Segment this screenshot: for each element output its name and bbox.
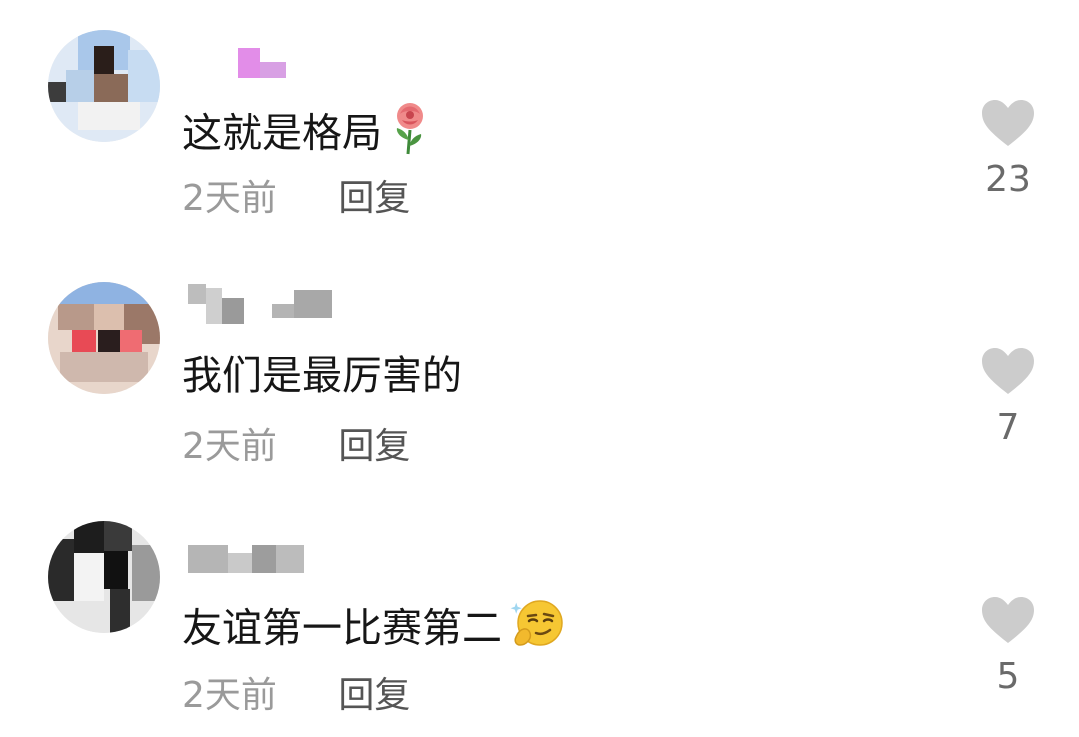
heart-icon <box>982 348 1034 394</box>
username[interactable] <box>188 22 348 78</box>
avatar[interactable] <box>48 30 160 142</box>
comment-time: 2天前 <box>182 675 277 716</box>
heart-icon <box>982 100 1034 146</box>
like-button[interactable]: 5 <box>972 595 1044 697</box>
comment-text: 我们是最厉害的 <box>182 353 462 399</box>
comment-item: 我们是最厉害的 2天前 回复 7 <box>0 248 1079 488</box>
username[interactable] <box>188 531 348 573</box>
like-button[interactable]: 23 <box>972 98 1044 200</box>
comment-item: 友谊第一比赛第二 2天前 回复 5 <box>0 497 1079 737</box>
comment-text: 这就是格局 <box>182 100 432 171</box>
smirk-thinking-face-icon <box>508 597 568 664</box>
reply-button[interactable]: 回复 <box>338 426 410 467</box>
like-count: 23 <box>985 159 1031 200</box>
like-button[interactable]: 7 <box>972 346 1044 448</box>
reply-button[interactable]: 回复 <box>338 178 410 219</box>
comment-meta: 2天前 回复 <box>182 424 410 470</box>
like-count: 7 <box>996 407 1020 448</box>
comment-meta: 2天前 回复 <box>182 673 410 719</box>
comment-meta: 2天前 回复 <box>182 176 410 222</box>
comment-item: 这就是格局 2天前 回复 23 <box>0 0 1079 240</box>
comment-time: 2天前 <box>182 178 277 219</box>
like-count: 5 <box>996 656 1020 697</box>
comment-time: 2天前 <box>182 426 277 467</box>
avatar[interactable] <box>48 282 160 394</box>
reply-button[interactable]: 回复 <box>338 675 410 716</box>
avatar[interactable] <box>48 521 160 633</box>
heart-icon <box>982 597 1034 643</box>
rose-icon <box>388 100 432 171</box>
username[interactable] <box>188 284 348 324</box>
comment-text: 友谊第一比赛第二 <box>182 597 568 664</box>
